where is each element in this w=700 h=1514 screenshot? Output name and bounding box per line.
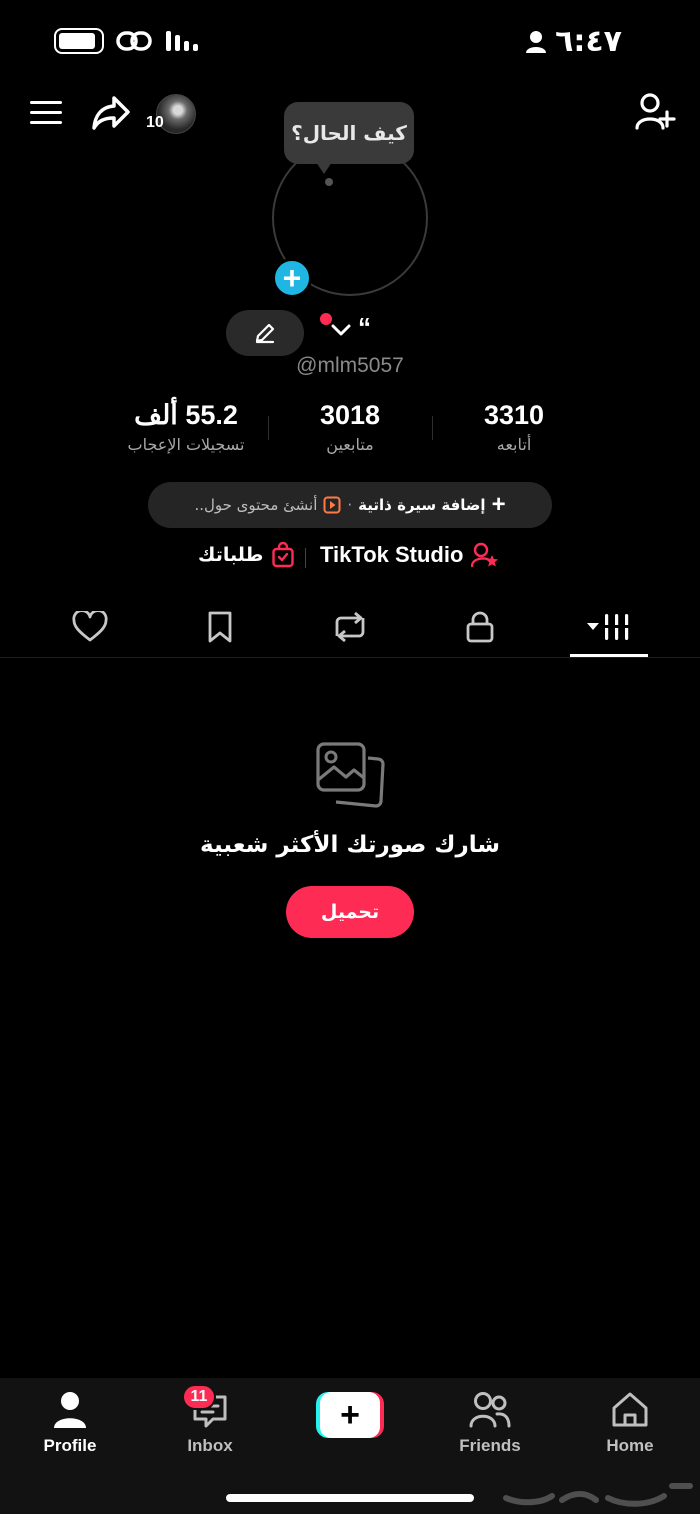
status-bar: ٦:٤٧	[0, 0, 700, 84]
home-indicator	[226, 1494, 474, 1502]
tiktok-studio-link[interactable]: TikTok Studio	[320, 542, 499, 568]
repost-icon	[335, 611, 365, 643]
stats-row: 3310 أتابعه 3018 متابعين 55.2 ألف تسجيلا…	[0, 400, 700, 464]
stat-likes[interactable]: 55.2 ألف تسجيلات الإعجاب	[108, 400, 264, 454]
nav-home[interactable]: Home	[580, 1390, 680, 1456]
creator-star-icon	[471, 542, 499, 568]
active-tab-indicator	[570, 654, 648, 657]
shopping-bag-icon	[272, 542, 295, 568]
chevron-down-icon[interactable]	[330, 322, 352, 338]
nav-profile-label: Profile	[43, 1436, 97, 1455]
nav-friends-icon-wrap	[440, 1390, 540, 1430]
tab-favorites[interactable]	[180, 596, 260, 658]
share-icon[interactable]	[90, 94, 132, 132]
links-row: TikTok Studio طلباتك	[0, 540, 700, 574]
lock-icon	[466, 611, 494, 643]
upload-button[interactable]: تحميل	[286, 886, 414, 938]
tab-liked[interactable]	[50, 596, 130, 658]
note-bubble-dot	[325, 178, 333, 186]
friends-icon	[469, 1392, 511, 1428]
avatar-count: 10	[146, 114, 164, 131]
watermark-logo	[503, 1483, 693, 1507]
orders-link[interactable]: طلباتك	[198, 542, 295, 568]
stat-divider	[432, 416, 433, 440]
edit-profile-button[interactable]	[226, 310, 304, 356]
tab-videos-grid[interactable]	[570, 596, 648, 658]
play-square-icon	[323, 496, 341, 514]
nav-profile[interactable]: Profile	[20, 1390, 120, 1456]
tab-reposts[interactable]	[310, 596, 390, 658]
recent-viewers[interactable]: 10	[146, 94, 198, 136]
photos-icon	[316, 742, 385, 808]
nav-home-label: Home	[606, 1436, 654, 1455]
add-photo-button[interactable]: +	[272, 258, 312, 298]
tab-private[interactable]	[440, 596, 520, 658]
nav-profile-icon-wrap	[20, 1390, 120, 1430]
tiktok-studio-label: TikTok Studio	[320, 542, 464, 567]
username: @mlm5057	[296, 354, 404, 377]
note-bubble[interactable]: كيف الحال؟	[284, 102, 414, 164]
home-icon	[612, 1392, 648, 1427]
bio-separator: ·	[347, 496, 353, 514]
status-time-group: ٦:٤٧	[525, 24, 622, 59]
create-content-label: أنشئ محتوى حول..	[194, 496, 318, 514]
menu-icon[interactable]	[28, 98, 64, 128]
bookmark-icon	[208, 611, 232, 643]
heart-icon	[72, 611, 108, 642]
nav-inbox[interactable]: 11 Inbox	[160, 1384, 260, 1456]
plus-icon: +	[491, 491, 506, 518]
profile-icon	[54, 1392, 86, 1428]
stat-divider	[268, 416, 269, 440]
stat-likes-label: تسجيلات الإعجاب	[127, 435, 245, 454]
person-icon	[526, 30, 547, 53]
create-button[interactable]: +	[316, 1392, 384, 1438]
nav-home-icon-wrap	[580, 1390, 680, 1430]
stat-followers[interactable]: 3018 متابعين	[300, 400, 400, 454]
note-bubble-tail	[316, 162, 332, 174]
display-name: “	[358, 312, 371, 342]
stat-followers-label: متابعين	[326, 435, 374, 454]
create-plus-icon: +	[320, 1392, 380, 1438]
inbox-badge: 11	[182, 1384, 216, 1410]
signal-icon	[166, 31, 198, 51]
pencil-icon	[255, 323, 275, 344]
stat-followers-value: 3018	[319, 400, 381, 430]
nav-friends[interactable]: Friends	[440, 1390, 540, 1456]
empty-state-title: شارك صورتك الأكثر شعبية	[200, 832, 500, 858]
stat-following-value: 3310	[483, 400, 545, 430]
orders-label: طلباتك	[198, 544, 264, 566]
nav-friends-label: Friends	[459, 1436, 521, 1455]
stat-following[interactable]: 3310 أتابعه	[474, 400, 554, 454]
link-icon	[116, 31, 152, 51]
add-bio-label: إضافة سيرة ذاتية	[358, 496, 486, 514]
add-friend-icon[interactable]	[634, 92, 676, 132]
status-indicators	[54, 28, 202, 54]
links-divider	[305, 548, 306, 568]
profile-tabs	[0, 596, 700, 658]
battery-level	[59, 33, 95, 49]
stat-following-label: أتابعه	[496, 435, 532, 454]
stat-likes-value: 55.2 ألف	[134, 400, 238, 430]
battery-icon	[54, 28, 104, 54]
nav-inbox-label: Inbox	[187, 1436, 233, 1455]
add-bio-pill[interactable]: + إضافة سيرة ذاتية · أنشئ محتوى حول..	[148, 482, 552, 528]
status-time: ٦:٤٧	[555, 24, 622, 59]
grid-filter-icon	[587, 614, 631, 640]
